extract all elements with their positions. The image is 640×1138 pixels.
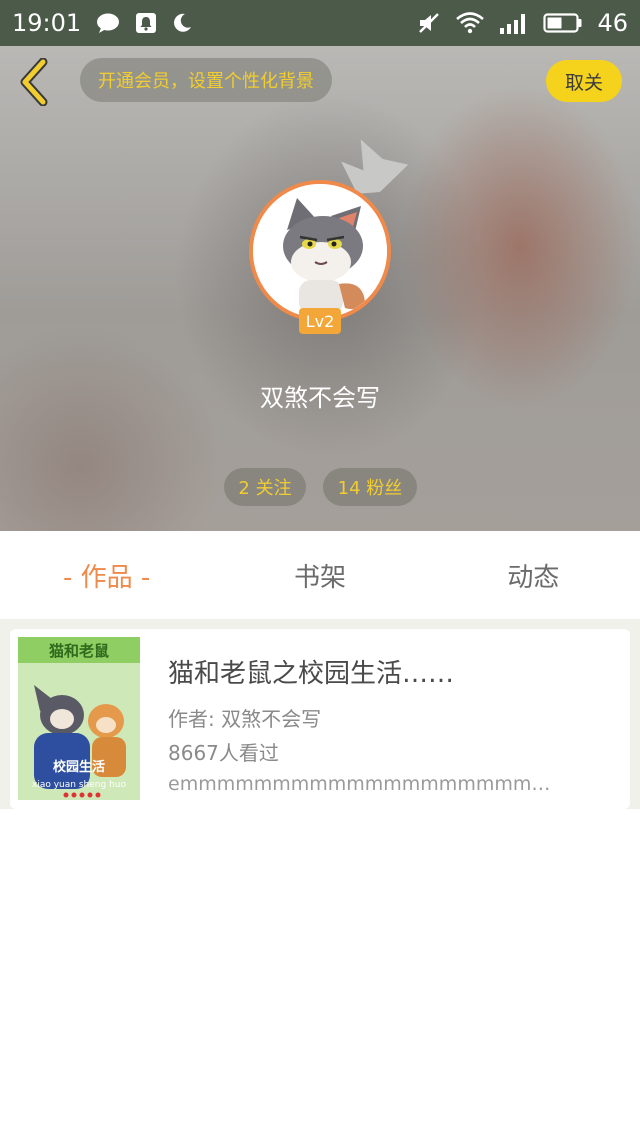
profile-tabs: - 作品 - 书架 动态 <box>0 531 640 619</box>
chevron-left-icon <box>20 58 48 106</box>
tab-bookshelf[interactable]: 书架 <box>213 557 426 594</box>
moon-icon <box>171 12 193 34</box>
status-bar: 19:01 46 <box>0 0 640 46</box>
work-view-count: 8667人看过 <box>168 741 279 765</box>
list-item[interactable]: 猫和老鼠 校园生活 xiao yuan sheng huo 猫和老鼠之校园生活…… <box>10 629 630 809</box>
signal-icon <box>499 12 529 34</box>
fans-count-button[interactable]: 14 粉丝 <box>323 468 417 506</box>
svg-text:猫和老鼠: 猫和老鼠 <box>49 642 109 660</box>
work-title[interactable]: 猫和老鼠之校园生活…… <box>168 653 454 690</box>
cat-avatar-icon <box>253 184 387 318</box>
tab-works[interactable]: - 作品 - <box>0 557 213 594</box>
svg-text:xiao yuan sheng huo: xiao yuan sheng huo <box>32 780 126 790</box>
works-list: 猫和老鼠 校园生活 xiao yuan sheng huo 猫和老鼠之校园生活…… <box>0 619 640 809</box>
work-description: emmmmmmmmmmmmmmmmmmmmmm… <box>168 773 558 795</box>
chat-bubble-icon <box>95 12 121 34</box>
svg-text:校园生活: 校园生活 <box>53 759 105 775</box>
back-button[interactable] <box>14 56 54 108</box>
level-badge: Lv2 <box>299 308 341 334</box>
vip-background-prompt[interactable]: 开通会员，设置个性化背景 <box>80 58 332 102</box>
notification-icon <box>135 12 157 34</box>
work-author: 作者: 双煞不会写 <box>168 707 322 731</box>
book-cover[interactable]: 猫和老鼠 校园生活 xiao yuan sheng huo <box>18 637 140 800</box>
mute-icon <box>417 11 441 35</box>
following-count-button[interactable]: 2 关注 <box>224 468 306 506</box>
tab-activity[interactable]: 动态 <box>427 557 640 594</box>
wifi-icon <box>455 11 485 35</box>
book-cover-illustration-icon: 猫和老鼠 校园生活 xiao yuan sheng huo <box>18 637 140 800</box>
battery-level: 46 <box>597 9 628 37</box>
battery-icon <box>543 12 583 34</box>
username: 双煞不会写 <box>260 384 380 412</box>
status-time: 19:01 <box>12 9 82 37</box>
avatar[interactable] <box>249 180 391 322</box>
profile-header: 开通会员，设置个性化背景 取关 Lv2 双煞不会写 2 关注 14 粉丝 <box>0 46 640 531</box>
unfollow-button[interactable]: 取关 <box>546 60 622 102</box>
